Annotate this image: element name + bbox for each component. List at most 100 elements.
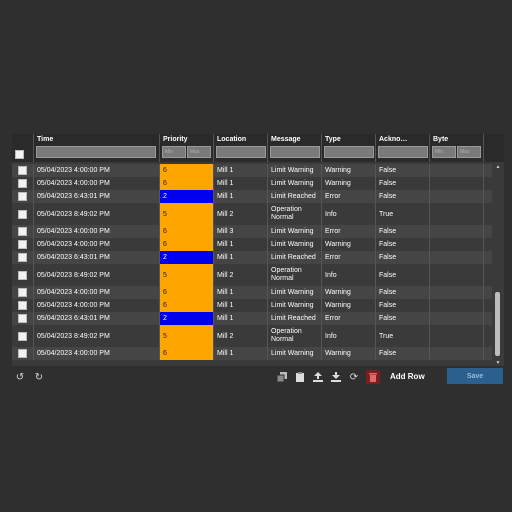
- header-byte[interactable]: Byte Min Max: [430, 134, 484, 162]
- priority-cell[interactable]: 6: [160, 164, 214, 177]
- time-cell[interactable]: 05/04/2023 8:49:02 PM: [34, 264, 160, 286]
- header-priority[interactable]: Priority Min Max: [160, 134, 214, 162]
- byte-cell[interactable]: [430, 164, 484, 177]
- time-cell[interactable]: 05/04/2023 8:49:02 PM: [34, 203, 160, 225]
- table-row[interactable]: 05/04/2023 4:00:00 PM 6 Mill 1 Limit Warnin…: [12, 238, 492, 251]
- byte-cell[interactable]: [430, 251, 484, 264]
- location-cell[interactable]: Mill 1: [214, 299, 268, 312]
- ack-cell[interactable]: True: [376, 203, 430, 225]
- ack-cell[interactable]: False: [376, 164, 430, 177]
- undo-icon[interactable]: ↺: [13, 370, 27, 384]
- type-cell[interactable]: Error: [322, 190, 376, 203]
- message-cell[interactable]: Operation Normal: [268, 203, 322, 225]
- byte-cell[interactable]: [430, 325, 484, 347]
- message-cell[interactable]: Limit Warning: [268, 286, 322, 299]
- ack-cell[interactable]: False: [376, 190, 430, 203]
- byte-cell[interactable]: [430, 347, 484, 360]
- time-cell[interactable]: 05/04/2023 4:00:00 PM: [34, 286, 160, 299]
- table-row[interactable]: 05/04/2023 8:49:02 PM 5 Mill 2 Operation No…: [12, 325, 492, 347]
- row-checkbox[interactable]: [18, 209, 27, 219]
- row-checkbox[interactable]: [18, 288, 27, 297]
- row-checkbox[interactable]: [18, 270, 27, 280]
- row-select-cell[interactable]: [12, 203, 34, 225]
- location-cell[interactable]: Mill 1: [214, 312, 268, 325]
- row-checkbox[interactable]: [18, 166, 27, 175]
- table-row[interactable]: 05/04/2023 8:49:02 PM 5 Mill 2 Operation No…: [12, 203, 492, 225]
- message-cell[interactable]: Limit Warning: [268, 177, 322, 190]
- message-cell[interactable]: Limit Warning: [268, 238, 322, 251]
- location-filter-input[interactable]: [216, 146, 266, 158]
- message-cell[interactable]: Limit Reached: [268, 190, 322, 203]
- message-cell[interactable]: Limit Warning: [268, 347, 322, 360]
- row-checkbox[interactable]: [18, 314, 27, 323]
- message-cell[interactable]: Operation Normal: [268, 325, 322, 347]
- time-cell[interactable]: 05/04/2023 6:43:01 PM: [34, 312, 160, 325]
- row-select-cell[interactable]: [12, 286, 34, 299]
- location-cell[interactable]: Mill 1: [214, 238, 268, 251]
- header-message[interactable]: Message: [268, 134, 322, 162]
- location-cell[interactable]: Mill 1: [214, 251, 268, 264]
- row-select-cell[interactable]: [12, 347, 34, 360]
- ack-cell[interactable]: False: [376, 286, 430, 299]
- priority-cell[interactable]: 2: [160, 251, 214, 264]
- time-cell[interactable]: 05/04/2023 6:43:01 PM: [34, 251, 160, 264]
- upload-icon[interactable]: [311, 370, 325, 384]
- message-filter-input[interactable]: [270, 146, 320, 158]
- type-cell[interactable]: Warning: [322, 299, 376, 312]
- table-row[interactable]: 05/04/2023 4:00:00 PM 6 Mill 3 Limit Warnin…: [12, 225, 492, 238]
- add-row-button[interactable]: Add Row: [390, 372, 425, 381]
- byte-cell[interactable]: [430, 299, 484, 312]
- message-cell[interactable]: Limit Reached: [268, 251, 322, 264]
- location-cell[interactable]: Mill 1: [214, 164, 268, 177]
- copy-icon[interactable]: [275, 370, 289, 384]
- type-cell[interactable]: Warning: [322, 347, 376, 360]
- byte-cell[interactable]: [430, 190, 484, 203]
- ack-cell[interactable]: False: [376, 177, 430, 190]
- location-cell[interactable]: Mill 1: [214, 347, 268, 360]
- type-cell[interactable]: Warning: [322, 177, 376, 190]
- byte-cell[interactable]: [430, 238, 484, 251]
- ack-cell[interactable]: False: [376, 312, 430, 325]
- row-select-cell[interactable]: [12, 238, 34, 251]
- priority-cell[interactable]: 2: [160, 312, 214, 325]
- redo-icon[interactable]: ↻: [32, 370, 46, 384]
- delete-icon[interactable]: [366, 370, 380, 384]
- vertical-scrollbar[interactable]: ▲ ▼: [494, 164, 502, 366]
- priority-cell[interactable]: 5: [160, 264, 214, 286]
- row-select-cell[interactable]: [12, 251, 34, 264]
- ack-filter-input[interactable]: [378, 146, 428, 158]
- row-checkbox[interactable]: [18, 192, 27, 201]
- type-cell[interactable]: Warning: [322, 286, 376, 299]
- priority-cell[interactable]: 2: [160, 190, 214, 203]
- location-cell[interactable]: Mill 2: [214, 264, 268, 286]
- row-select-cell[interactable]: [12, 177, 34, 190]
- header-ack[interactable]: Ackno…: [376, 134, 430, 162]
- header-type[interactable]: Type: [322, 134, 376, 162]
- row-checkbox[interactable]: [18, 179, 27, 188]
- ack-cell[interactable]: False: [376, 264, 430, 286]
- table-row[interactable]: 05/04/2023 4:00:00 PM 6 Mill 1 Limit Warnin…: [12, 299, 492, 312]
- location-cell[interactable]: Mill 3: [214, 225, 268, 238]
- time-cell[interactable]: 05/04/2023 4:00:00 PM: [34, 347, 160, 360]
- byte-cell[interactable]: [430, 312, 484, 325]
- time-cell[interactable]: 05/04/2023 4:00:00 PM: [34, 177, 160, 190]
- message-cell[interactable]: Limit Warning: [268, 299, 322, 312]
- time-cell[interactable]: 05/04/2023 4:00:00 PM: [34, 299, 160, 312]
- location-cell[interactable]: Mill 1: [214, 286, 268, 299]
- row-checkbox[interactable]: [18, 253, 27, 262]
- select-all-checkbox[interactable]: [15, 150, 24, 159]
- row-select-cell[interactable]: [12, 299, 34, 312]
- type-cell[interactable]: Info: [322, 203, 376, 225]
- type-cell[interactable]: Info: [322, 325, 376, 347]
- time-cell[interactable]: 05/04/2023 4:00:00 PM: [34, 238, 160, 251]
- table-row[interactable]: 05/04/2023 8:49:02 PM 5 Mill 2 Operation No…: [12, 264, 492, 286]
- priority-cell[interactable]: 6: [160, 299, 214, 312]
- priority-max-filter[interactable]: Max: [187, 146, 211, 158]
- byte-cell[interactable]: [430, 225, 484, 238]
- table-row[interactable]: 05/04/2023 6:43:01 PM 2 Mill 1 Limit Reache…: [12, 312, 492, 325]
- byte-cell[interactable]: [430, 177, 484, 190]
- row-select-cell[interactable]: [12, 264, 34, 286]
- table-row[interactable]: 05/04/2023 6:43:01 PM 2 Mill 1 Limit Reache…: [12, 251, 492, 264]
- refresh-icon[interactable]: ⟳: [347, 370, 361, 384]
- time-filter-input[interactable]: [36, 146, 156, 158]
